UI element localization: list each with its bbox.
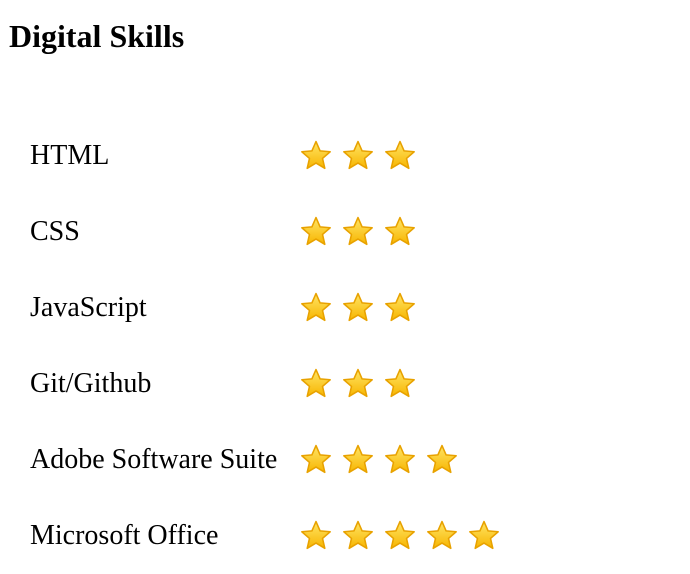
skill-rating bbox=[299, 194, 509, 270]
skill-row: Adobe Software Suite bbox=[30, 422, 509, 498]
star-icon bbox=[425, 519, 459, 553]
skill-name: CSS bbox=[30, 216, 80, 247]
star-icon bbox=[341, 367, 375, 401]
star-icon bbox=[383, 215, 417, 249]
skills-table: HTML CSS JavaScript Git/Github Adobe Sof… bbox=[30, 118, 509, 574]
star-icon bbox=[299, 367, 333, 401]
skill-rating bbox=[299, 498, 509, 574]
skill-row: Microsoft Office bbox=[30, 498, 509, 574]
star-icon bbox=[299, 519, 333, 553]
skill-rating bbox=[299, 270, 509, 346]
skill-name: Adobe Software Suite bbox=[30, 444, 278, 475]
star-icon bbox=[341, 443, 375, 477]
star-icon bbox=[299, 443, 333, 477]
skills-list: HTML CSS JavaScript Git/Github Adobe Sof… bbox=[30, 118, 509, 574]
skill-row: JavaScript bbox=[30, 270, 509, 346]
skill-row: CSS bbox=[30, 194, 509, 270]
skill-rating bbox=[299, 346, 509, 422]
star-icon bbox=[299, 291, 333, 325]
star-icon bbox=[383, 291, 417, 325]
star-icon bbox=[383, 443, 417, 477]
star-icon bbox=[341, 215, 375, 249]
star-icon bbox=[467, 519, 501, 553]
skill-name: JavaScript bbox=[30, 292, 147, 323]
star-icon bbox=[383, 519, 417, 553]
star-icon bbox=[341, 139, 375, 173]
skill-name: HTML bbox=[30, 140, 110, 171]
star-icon bbox=[383, 139, 417, 173]
section-heading: Digital Skills bbox=[9, 18, 185, 54]
star-icon bbox=[299, 139, 333, 173]
skill-row: Git/Github bbox=[30, 346, 509, 422]
skill-rating bbox=[299, 422, 509, 498]
skill-name: Microsoft Office bbox=[30, 520, 219, 551]
star-icon bbox=[341, 519, 375, 553]
star-icon bbox=[383, 367, 417, 401]
star-icon bbox=[299, 215, 333, 249]
star-icon bbox=[341, 291, 375, 325]
page: Digital Skills HTML CSS JavaScript Git/G… bbox=[0, 0, 690, 574]
skill-row: HTML bbox=[30, 118, 509, 194]
star-icon bbox=[425, 443, 459, 477]
skill-name: Git/Github bbox=[30, 368, 152, 399]
skill-rating bbox=[299, 118, 509, 194]
